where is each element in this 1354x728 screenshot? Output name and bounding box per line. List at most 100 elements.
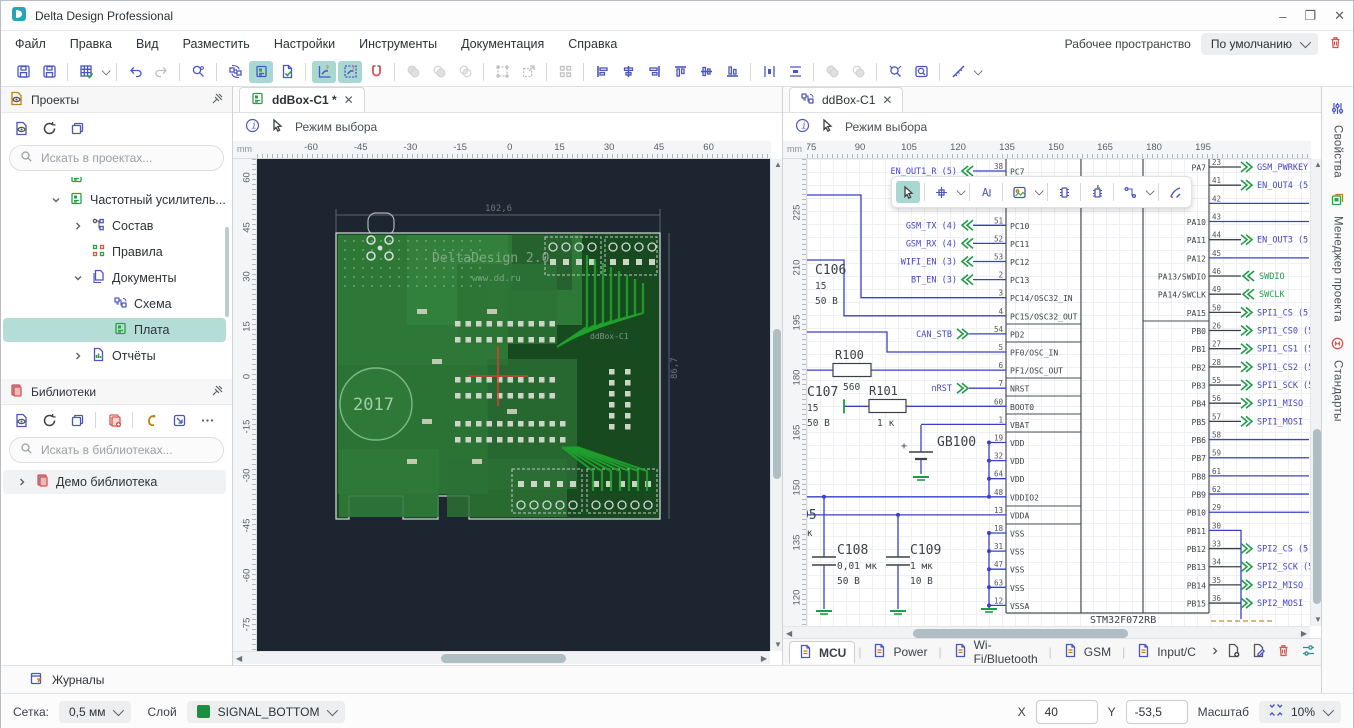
net-label[interactable]: SWDIO [1259, 272, 1285, 282]
zoom-region-button[interactable] [909, 61, 933, 83]
tree-item-отч-ты[interactable]: Отчёты [1, 343, 232, 369]
find-settings-button[interactable] [186, 61, 210, 83]
tree-item-документы[interactable]: Документы [1, 265, 232, 291]
net-label[interactable]: SPI1_MISO (5) [1257, 399, 1311, 409]
y-coordinate-input[interactable]: -53,5 [1126, 700, 1188, 724]
net-label[interactable]: EN_OUT3 (5) [1257, 236, 1311, 246]
component-tool[interactable] [1052, 181, 1076, 203]
chevron-down-icon[interactable] [1144, 181, 1154, 203]
verify-document-button[interactable] [275, 61, 299, 83]
net-label[interactable]: EN_OUT4 (5) [1257, 181, 1311, 191]
menu-item-3[interactable]: Вид [136, 37, 159, 51]
net-tool[interactable] [1118, 181, 1142, 203]
redo-button[interactable] [149, 61, 173, 83]
add-library-button[interactable] [102, 409, 126, 431]
pcb-vscrollbar[interactable]: ▲ ▼ [770, 159, 782, 651]
add-sheet-button[interactable] [1226, 643, 1241, 661]
menu-item-4[interactable]: Разместить [183, 37, 250, 51]
grid-settings-button[interactable] [74, 61, 98, 83]
array-button[interactable] [553, 61, 577, 83]
chevron-down-icon[interactable] [955, 181, 965, 203]
x-coordinate-input[interactable]: 40 [1036, 700, 1098, 724]
sheet-filter-button[interactable] [1301, 643, 1316, 661]
layer-select[interactable]: SIGNAL_BOTTOM [187, 701, 346, 723]
menu-item-8[interactable]: Справка [568, 37, 617, 51]
save-all-button[interactable] [37, 61, 61, 83]
align-center-v-button[interactable] [616, 61, 640, 83]
attach-library-button[interactable] [139, 409, 163, 431]
component-ref[interactable]: C106 [815, 263, 846, 278]
save-button[interactable] [11, 61, 35, 83]
scale-select[interactable]: 10% [1259, 701, 1341, 723]
panel-tab-менеджер-проекта[interactable]: Менеджер проекта [1322, 192, 1353, 322]
merge-shapes-button[interactable] [820, 61, 844, 83]
net-label[interactable]: SPI2_CS (5) [1257, 545, 1311, 555]
tree-scrollbar[interactable] [225, 227, 229, 317]
pcb-document-tab[interactable]: ddBox-C1 * ✕ [239, 87, 365, 112]
sheet-tab-input-c[interactable]: Input/C [1128, 641, 1204, 664]
route-length-area-button[interactable]: ? [338, 61, 362, 83]
zoom-fit-icon[interactable] [1269, 703, 1283, 720]
net-label[interactable]: GSM_RX (4) [906, 239, 957, 249]
route-length-button[interactable]: ? [312, 61, 336, 83]
net-label[interactable]: SPI2_MISO (5) [1257, 581, 1311, 591]
panel-tab-стандарты[interactable]: Стандарты [1322, 336, 1353, 422]
info-icon[interactable]: i [795, 118, 810, 136]
menu-item-7[interactable]: Документация [461, 37, 544, 51]
net-label[interactable]: GSM_PWRKEY [1257, 163, 1308, 173]
mask-shapes-button[interactable] [846, 61, 870, 83]
minimize-button[interactable]: – [1279, 9, 1286, 24]
menu-item-2[interactable]: Правка [70, 37, 112, 51]
next-sheets-button[interactable] [1210, 645, 1220, 659]
tree-item-состав[interactable]: Состав [1, 213, 232, 239]
panel-tab-свойства[interactable]: Свойства [1322, 101, 1353, 178]
chevron-down-icon[interactable] [1033, 181, 1043, 203]
net-label[interactable]: GSM_TX (4) [906, 221, 957, 231]
delete-sheet-button[interactable] [1276, 643, 1291, 661]
sheet-tab-mcu[interactable]: MCU [789, 641, 855, 664]
bool-subtract-button[interactable] [427, 61, 451, 83]
bool-intersect-button[interactable] [453, 61, 477, 83]
tree-item-плата[interactable]: Плата [1, 317, 232, 343]
measure-button[interactable] [946, 61, 970, 83]
chevron-down-icon[interactable] [972, 61, 982, 83]
expand-icon[interactable] [71, 219, 85, 233]
collapse-icon[interactable] [71, 271, 85, 285]
align-left-button[interactable] [590, 61, 614, 83]
collapse-all-button[interactable] [65, 117, 89, 139]
magnet-button[interactable] [364, 61, 388, 83]
open-board-button[interactable] [249, 61, 273, 83]
open-schematic-button[interactable] [223, 61, 247, 83]
menu-item-5[interactable]: Настройки [274, 37, 335, 51]
net-label[interactable]: SPI1_CS2 (5) [1257, 363, 1311, 373]
tree-item-частотный-усилитель-[interactable]: Частотный усилитель... [1, 187, 232, 213]
text-tool[interactable]: A [974, 181, 998, 203]
info-icon[interactable]: i [245, 118, 260, 136]
delete-workspace-button[interactable] [1328, 35, 1343, 53]
net-label[interactable]: BT_EN (3) [911, 276, 957, 286]
close-tab-icon[interactable]: ✕ [882, 93, 892, 107]
tree-item-clipped[interactable] [1, 177, 232, 187]
component-ref[interactable]: C108 [837, 543, 868, 558]
workspace-select[interactable]: По умолчанию [1201, 33, 1318, 55]
library-item[interactable]: Демо библиотека [1, 469, 232, 495]
transform-select-button[interactable] [490, 61, 514, 83]
component-ref[interactable]: C107 [807, 385, 838, 400]
preview-doc-button[interactable] [9, 409, 33, 431]
measure-tool[interactable] [1163, 181, 1187, 203]
grid-select[interactable]: 0,5 мм [59, 701, 132, 723]
undo-button[interactable] [123, 61, 147, 83]
libraries-search-input[interactable]: Искать в библиотеках... [9, 437, 224, 463]
journals-bar[interactable]: Журналы [1, 665, 1321, 693]
refresh-button[interactable] [37, 409, 61, 431]
net-label[interactable]: nRST [932, 384, 952, 394]
distribute-v-button[interactable] [783, 61, 807, 83]
preview-doc-button[interactable] [9, 117, 33, 139]
bool-union-button[interactable] [401, 61, 425, 83]
schematic-canvas[interactable]: STM32F072RB38PC7EN_OUT1_R (5)51PC10GSM_T… [807, 159, 1311, 626]
net-label[interactable]: CAN_STB [916, 330, 952, 340]
menu-item-6[interactable]: Инструменты [359, 37, 437, 51]
net-label[interactable]: SWCLK [1259, 290, 1285, 300]
sheet-tab-power[interactable]: Power [864, 641, 935, 664]
align-right-button[interactable] [642, 61, 666, 83]
